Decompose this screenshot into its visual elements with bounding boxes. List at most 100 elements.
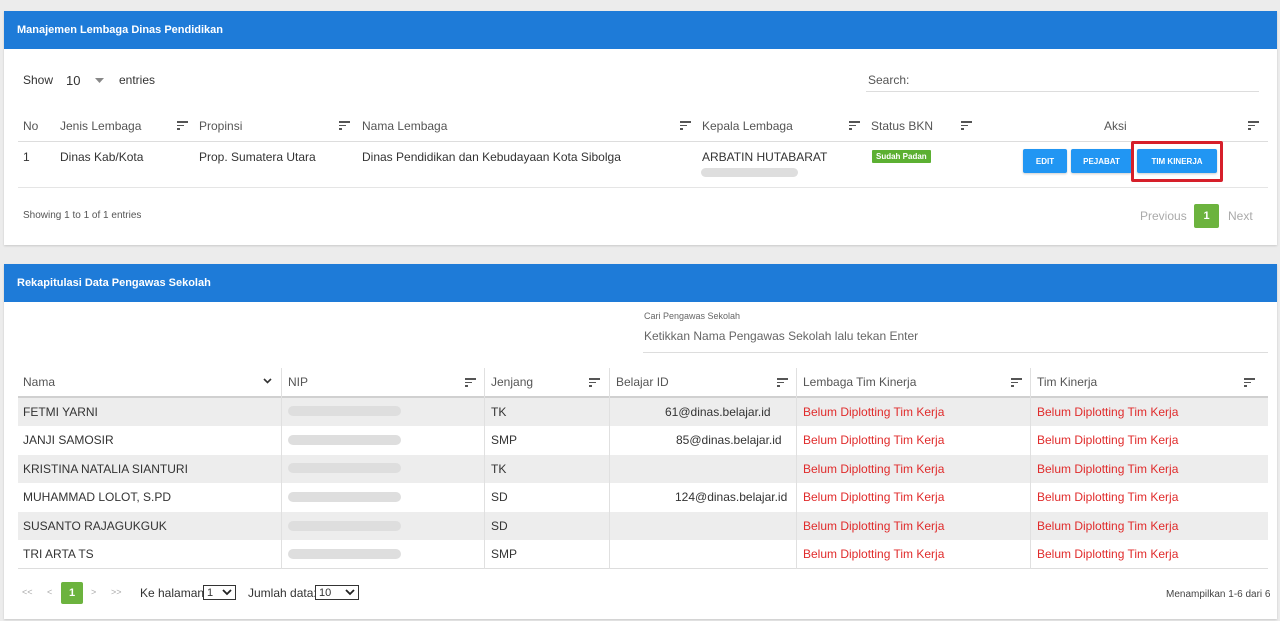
col-header-jenis[interactable]: Jenis Lembaga	[60, 119, 141, 133]
cell-nama: Dinas Pendidikan dan Kebudayaan Kota Sib…	[362, 150, 621, 164]
page-select-value: 1	[207, 586, 214, 599]
column-divider	[796, 368, 797, 569]
sort-icon[interactable]	[465, 378, 476, 387]
col-header-jenjang[interactable]: Jenjang	[491, 375, 533, 389]
redacted-nip	[288, 435, 401, 445]
col-header-tim-kinerja[interactable]: Tim Kinerja	[1037, 375, 1097, 389]
page-select[interactable]: 1	[203, 585, 236, 600]
sort-icon[interactable]	[849, 121, 860, 130]
cell-tim-kinerja: Belum Diplotting Tim Kerja	[1037, 433, 1179, 447]
pengawas-summary: Menampilkan 1-6 dari 6	[1166, 589, 1271, 600]
cell-nama: KRISTINA NATALIA SIANTURI	[23, 462, 188, 476]
cell-nama: JANJI SAMOSIR	[23, 433, 114, 447]
page-1-button[interactable]: 1	[61, 582, 83, 604]
col-header-lembaga-tim[interactable]: Lembaga Tim Kinerja	[803, 375, 916, 389]
page-1-button[interactable]: 1	[1194, 204, 1219, 228]
cell-jenjang: SD	[491, 519, 508, 533]
cell-lembaga-tim: Belum Diplotting Tim Kerja	[803, 405, 945, 419]
cell-belajar-id: 124@dinas.belajar.id	[675, 490, 788, 504]
sort-icon[interactable]	[339, 121, 350, 130]
entries-label: entries	[119, 73, 156, 87]
cell-nama: TRI ARTA TS	[23, 547, 94, 561]
cell-no: 1	[23, 150, 30, 164]
prev-page-button[interactable]: <	[47, 587, 52, 597]
redacted-nip	[288, 492, 401, 502]
entries-select[interactable]: 10	[64, 69, 114, 91]
cell-tim-kinerja: Belum Diplotting Tim Kerja	[1037, 490, 1179, 504]
ke-halaman-label: Ke halaman:	[140, 586, 208, 600]
column-divider	[484, 368, 485, 569]
chevron-down-icon[interactable]	[263, 378, 272, 384]
pejabat-button[interactable]: PEJABAT	[1071, 149, 1132, 173]
sort-icon[interactable]	[1244, 378, 1255, 387]
showing-info: Showing 1 to 1 of 1 entries	[23, 210, 142, 221]
search-input[interactable]: Search:	[866, 68, 1259, 92]
page-size-select-value: 10	[319, 586, 332, 599]
cell-lembaga-tim: Belum Diplotting Tim Kerja	[803, 433, 945, 447]
cell-jenjang: TK	[491, 462, 507, 476]
pengawas-card-title: Rekapitulasi Data Pengawas Sekolah	[17, 277, 211, 289]
col-header-propinsi[interactable]: Propinsi	[199, 119, 242, 133]
sort-icon[interactable]	[589, 378, 600, 387]
jumlah-data-label: Jumlah data:	[248, 586, 317, 600]
cell-kepala: ARBATIN HUTABARAT	[702, 150, 828, 164]
entries-select-value: 10	[66, 73, 81, 88]
cell-lembaga-tim: Belum Diplotting Tim Kerja	[803, 462, 945, 476]
cell-nama: FETMI YARNI	[23, 405, 98, 419]
col-header-no[interactable]: No	[23, 119, 38, 133]
column-divider	[609, 368, 610, 569]
col-header-nama[interactable]: Nama	[23, 375, 55, 389]
redacted-nip	[288, 521, 401, 531]
sort-icon[interactable]	[177, 121, 188, 130]
sort-icon[interactable]	[961, 121, 972, 130]
redacted-nip	[288, 549, 401, 559]
redacted-nip	[288, 463, 401, 473]
cell-jenjang: SMP	[491, 547, 518, 561]
next-page-button[interactable]: >	[91, 587, 96, 597]
cell-tim-kinerja: Belum Diplotting Tim Kerja	[1037, 519, 1179, 533]
cell-jenjang: SMP	[491, 433, 518, 447]
pengawas-card-header: Rekapitulasi Data Pengawas Sekolah	[4, 264, 1277, 302]
page-size-select[interactable]: 10	[315, 585, 359, 600]
redacted-nip	[288, 406, 401, 416]
col-header-belajar-id[interactable]: Belajar ID	[616, 375, 669, 389]
cell-belajar-id: 61@dinas.belajar.id	[665, 405, 771, 419]
cell-nama: SUSANTO RAJAGUKGUK	[23, 519, 167, 533]
search-label: Search:	[868, 73, 910, 87]
pengawas-card: Rekapitulasi Data Pengawas Sekolah Cari …	[4, 264, 1277, 619]
last-page-button[interactable]: >>	[111, 587, 122, 597]
sort-icon[interactable]	[777, 378, 788, 387]
cell-lembaga-tim: Belum Diplotting Tim Kerja	[803, 490, 945, 504]
cell-propinsi: Prop. Sumatera Utara	[199, 150, 316, 164]
chevron-down-icon	[345, 589, 355, 596]
search-caption: Cari Pengawas Sekolah	[644, 311, 741, 321]
row-divider	[18, 187, 1268, 188]
cell-nama: MUHAMMAD LOLOT, S.PD	[23, 490, 172, 504]
show-label: Show	[23, 73, 54, 87]
sort-icon[interactable]	[680, 121, 691, 130]
lembaga-card-title: Manajemen Lembaga Dinas Pendidikan	[17, 24, 224, 36]
previous-button[interactable]: Previous	[1140, 209, 1187, 223]
col-header-status[interactable]: Status BKN	[871, 119, 933, 133]
pengawas-search-input[interactable]: Ketikkan Nama Pengawas Sekolah lalu teka…	[643, 324, 1268, 353]
col-header-kepala[interactable]: Kepala Lembaga	[702, 119, 793, 133]
next-button[interactable]: Next	[1228, 209, 1253, 223]
first-page-button[interactable]: <<	[22, 587, 33, 597]
col-header-aksi: Aksi	[1104, 119, 1127, 133]
lembaga-card-header: Manajemen Lembaga Dinas Pendidikan	[4, 11, 1277, 49]
header-divider	[18, 141, 1268, 142]
status-badge: Sudah Padan	[872, 150, 931, 163]
chevron-down-icon	[222, 589, 232, 596]
cell-jenis: Dinas Kab/Kota	[60, 150, 144, 164]
redacted-nip	[701, 168, 798, 177]
caret-down-icon	[95, 78, 104, 83]
col-header-nip[interactable]: NIP	[288, 375, 308, 389]
cell-belajar-id: 85@dinas.belajar.id	[676, 433, 782, 447]
col-header-nama[interactable]: Nama Lembaga	[362, 119, 447, 133]
edit-button[interactable]: EDIT	[1023, 149, 1067, 173]
sort-icon[interactable]	[1248, 121, 1259, 130]
cell-jenjang: TK	[491, 405, 507, 419]
cell-tim-kinerja: Belum Diplotting Tim Kerja	[1037, 405, 1179, 419]
highlight-box	[1131, 141, 1223, 182]
sort-icon[interactable]	[1011, 378, 1022, 387]
